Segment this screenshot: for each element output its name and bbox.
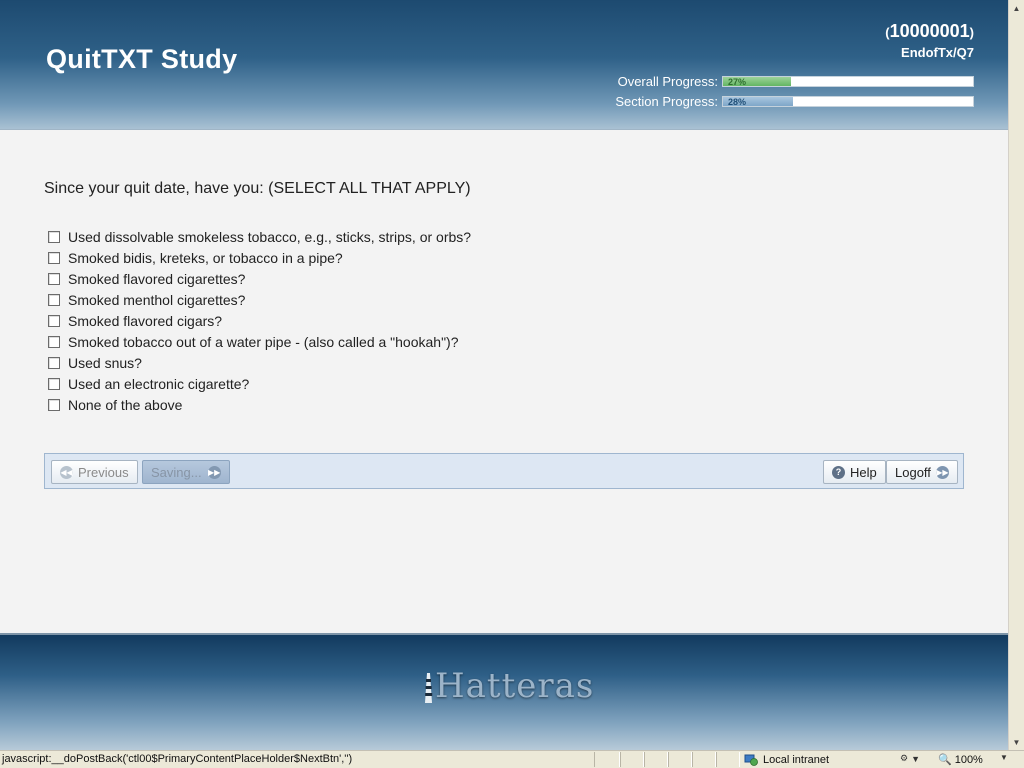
checkbox[interactable] — [48, 272, 60, 285]
intranet-globe-icon — [744, 754, 758, 766]
option-label[interactable]: Smoked menthol cigarettes? — [68, 292, 245, 308]
option-menthol-cigarettes[interactable]: Smoked menthol cigarettes? — [48, 289, 471, 310]
magnifier-icon: 🔍 — [938, 754, 952, 766]
option-snus[interactable]: Used snus? — [48, 352, 471, 373]
option-none-of-the-above[interactable]: None of the above — [48, 394, 471, 415]
zoom-level[interactable]: 🔍 100% — [938, 752, 983, 767]
option-label[interactable]: Used an electronic cigarette? — [68, 376, 249, 392]
previous-button-label: Previous — [78, 464, 129, 480]
option-electronic-cigarette[interactable]: Used an electronic cigarette? — [48, 373, 471, 394]
chevron-down-icon: ▼ — [911, 753, 920, 764]
checkbox[interactable] — [48, 314, 60, 327]
section-progress-text: 28% — [728, 96, 747, 107]
browser-status-bar: javascript:__doPostBack('ctl00$PrimaryCo… — [0, 750, 1024, 768]
options-list: Used dissolvable smokeless tobacco, e.g.… — [48, 226, 471, 415]
status-segment — [668, 752, 692, 767]
page-footer: Hatteras — [0, 633, 1008, 750]
option-label[interactable]: Smoked flavored cigars? — [68, 313, 222, 329]
browser-viewport: QuitTXT Study (10000001) EndofTx/Q7 Over… — [0, 0, 1008, 750]
checkbox[interactable] — [48, 398, 60, 411]
option-label[interactable]: Used dissolvable smokeless tobacco, e.g.… — [68, 229, 471, 245]
question-mark-icon: ? — [832, 465, 845, 479]
fast-forward-icon: ▶▶ — [207, 465, 221, 479]
next-button[interactable]: Saving... ▶▶ — [142, 460, 230, 484]
previous-button[interactable]: ◀◀ Previous — [51, 460, 138, 484]
overall-progress-text: 27% — [728, 76, 747, 87]
scroll-up-arrow-icon[interactable]: ▲ — [1009, 0, 1024, 16]
status-segment — [692, 752, 716, 767]
question-text: Since your quit date, have you: (SELECT … — [44, 180, 471, 197]
option-dissolvable-tobacco[interactable]: Used dissolvable smokeless tobacco, e.g.… — [48, 226, 471, 247]
option-label[interactable]: Used snus? — [68, 355, 142, 371]
option-flavored-cigars[interactable]: Smoked flavored cigars? — [48, 310, 471, 331]
option-bidis-kreteks-pipe[interactable]: Smoked bidis, kreteks, or tobacco in a p… — [48, 247, 471, 268]
option-label[interactable]: None of the above — [68, 397, 182, 413]
option-label[interactable]: Smoked flavored cigarettes? — [68, 271, 245, 287]
status-segment — [716, 752, 740, 767]
section-progress: Section Progress: 28% — [615, 93, 974, 109]
overall-progress-label: Overall Progress: — [617, 73, 718, 89]
status-text: javascript:__doPostBack('ctl00$PrimaryCo… — [2, 753, 353, 765]
hatteras-logo: Hatteras — [424, 669, 594, 703]
next-button-label: Saving... — [151, 464, 202, 480]
participant-id-value: 10000001 — [889, 21, 970, 41]
option-label[interactable]: Smoked tobacco out of a water pipe - (al… — [68, 334, 459, 350]
protected-mode-indicator[interactable]: ⚙ ▼ — [900, 753, 920, 764]
section-progress-bar: 28% — [722, 95, 974, 107]
option-water-pipe[interactable]: Smoked tobacco out of a water pipe - (al… — [48, 331, 471, 352]
protected-mode-icon: ⚙ — [900, 753, 909, 763]
checkbox[interactable] — [48, 230, 60, 243]
participant-id: (10000001) — [885, 21, 974, 42]
help-button-label: Help — [850, 464, 877, 480]
checkbox[interactable] — [48, 293, 60, 306]
checkbox[interactable] — [48, 251, 60, 264]
overall-progress: Overall Progress: 27% — [617, 73, 974, 89]
vertical-scrollbar[interactable]: ▲ ▼ — [1008, 0, 1024, 750]
study-title: QuitTXT Study — [46, 44, 238, 74]
status-segment — [620, 752, 644, 767]
option-label[interactable]: Smoked bidis, kreteks, or tobacco in a p… — [68, 250, 343, 266]
scroll-down-arrow-icon[interactable]: ▼ — [1009, 734, 1024, 750]
zoom-level-label: 100% — [954, 753, 983, 766]
navigation-bar: ◀◀ Previous Saving... ▶▶ ? Help Logoff ▶… — [44, 453, 964, 489]
form-code: EndofTx/Q7 — [901, 45, 974, 60]
section-progress-label: Section Progress: — [615, 93, 718, 109]
help-button[interactable]: ? Help — [823, 460, 886, 484]
rewind-icon: ◀◀ — [60, 465, 73, 479]
option-flavored-cigarettes[interactable]: Smoked flavored cigarettes? — [48, 268, 471, 289]
participant-close-paren: ) — [969, 25, 974, 40]
status-segment — [644, 752, 668, 767]
chevron-down-icon[interactable]: ▼ — [1000, 753, 1008, 762]
security-zone[interactable]: Local intranet — [744, 752, 829, 767]
status-segment — [594, 752, 620, 767]
logoff-button[interactable]: Logoff ▶▶ — [886, 460, 958, 484]
page-header: QuitTXT Study (10000001) EndofTx/Q7 Over… — [0, 0, 1008, 130]
logoff-button-label: Logoff — [895, 464, 931, 480]
fast-forward-icon: ▶▶ — [935, 465, 949, 479]
footer-logo-text: Hatteras — [435, 666, 595, 706]
checkbox[interactable] — [48, 377, 60, 390]
checkbox[interactable] — [48, 356, 60, 369]
lighthouse-icon — [425, 673, 433, 703]
security-zone-label: Local intranet — [763, 753, 830, 766]
overall-progress-bar: 27% — [722, 75, 974, 87]
checkbox[interactable] — [48, 335, 60, 348]
